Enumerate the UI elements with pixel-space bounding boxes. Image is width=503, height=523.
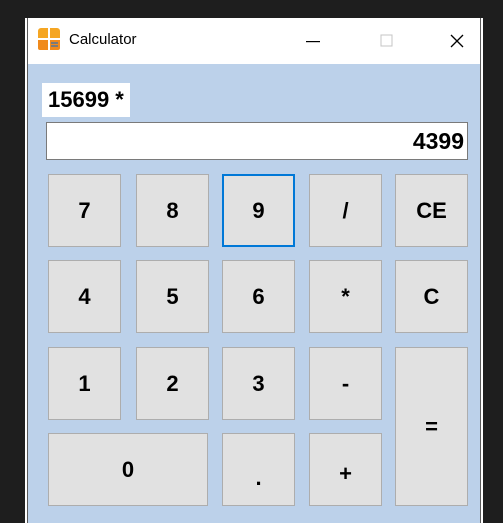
- screen-edge-top: [25, 0, 483, 18]
- key-3[interactable]: 3: [222, 347, 295, 420]
- close-icon: [450, 34, 464, 48]
- window-title: Calculator: [69, 31, 137, 48]
- key-5[interactable]: 5: [136, 260, 209, 333]
- maximize-button[interactable]: [364, 18, 410, 64]
- key-equals[interactable]: =: [395, 347, 468, 506]
- key-9[interactable]: 9: [222, 174, 295, 247]
- key-6[interactable]: 6: [222, 260, 295, 333]
- key-clear-entry[interactable]: CE: [395, 174, 468, 247]
- calculator-app-icon: [38, 28, 60, 50]
- display-field[interactable]: 4399: [46, 122, 468, 160]
- minimize-button[interactable]: [290, 18, 336, 64]
- key-add[interactable]: +: [309, 433, 382, 506]
- key-clear[interactable]: C: [395, 260, 468, 333]
- expression-label: 15699 *: [42, 83, 130, 117]
- close-button[interactable]: [434, 18, 480, 64]
- key-decimal[interactable]: .: [222, 433, 295, 506]
- screen-edge-right: [483, 0, 503, 523]
- maximize-icon: [380, 34, 393, 47]
- key-divide[interactable]: /: [309, 174, 382, 247]
- key-2[interactable]: 2: [136, 347, 209, 420]
- minimize-icon: [306, 41, 320, 43]
- key-4[interactable]: 4: [48, 260, 121, 333]
- key-subtract[interactable]: -: [309, 347, 382, 420]
- key-1[interactable]: 1: [48, 347, 121, 420]
- calculator-window: Calculator 15699 * 4399 7 8 9 / CE 4 5 6…: [27, 18, 481, 523]
- screen-edge-left: [0, 0, 25, 523]
- title-bar[interactable]: Calculator: [28, 18, 480, 64]
- key-multiply[interactable]: *: [309, 260, 382, 333]
- key-0[interactable]: 0: [48, 433, 208, 506]
- key-8[interactable]: 8: [136, 174, 209, 247]
- calculator-body: 15699 * 4399 7 8 9 / CE 4 5 6 * C 1 2 3 …: [28, 64, 480, 523]
- key-7[interactable]: 7: [48, 174, 121, 247]
